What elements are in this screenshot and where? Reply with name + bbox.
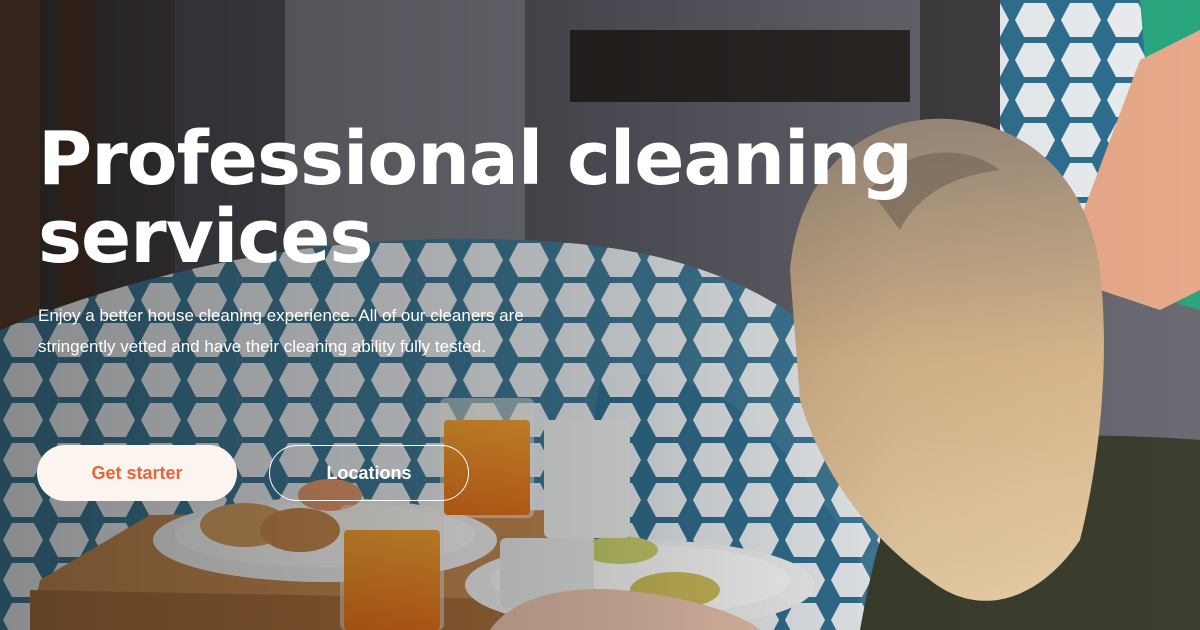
get-starter-button[interactable]: Get starter bbox=[37, 445, 237, 501]
hero-title-line-2: services bbox=[38, 194, 373, 280]
hero-description: Enjoy a better house cleaning experience… bbox=[38, 306, 524, 356]
locations-button[interactable]: Locations bbox=[269, 445, 469, 501]
hero-title: Professional cleaning services bbox=[38, 120, 918, 276]
hero-section: Professional cleaning services Enjoy a b… bbox=[0, 0, 1200, 630]
hero-title-line-1: Professional cleaning bbox=[38, 116, 913, 202]
cta-buttons: Get starter Locations bbox=[37, 445, 469, 501]
hero-content: Professional cleaning services Enjoy a b… bbox=[38, 120, 918, 362]
